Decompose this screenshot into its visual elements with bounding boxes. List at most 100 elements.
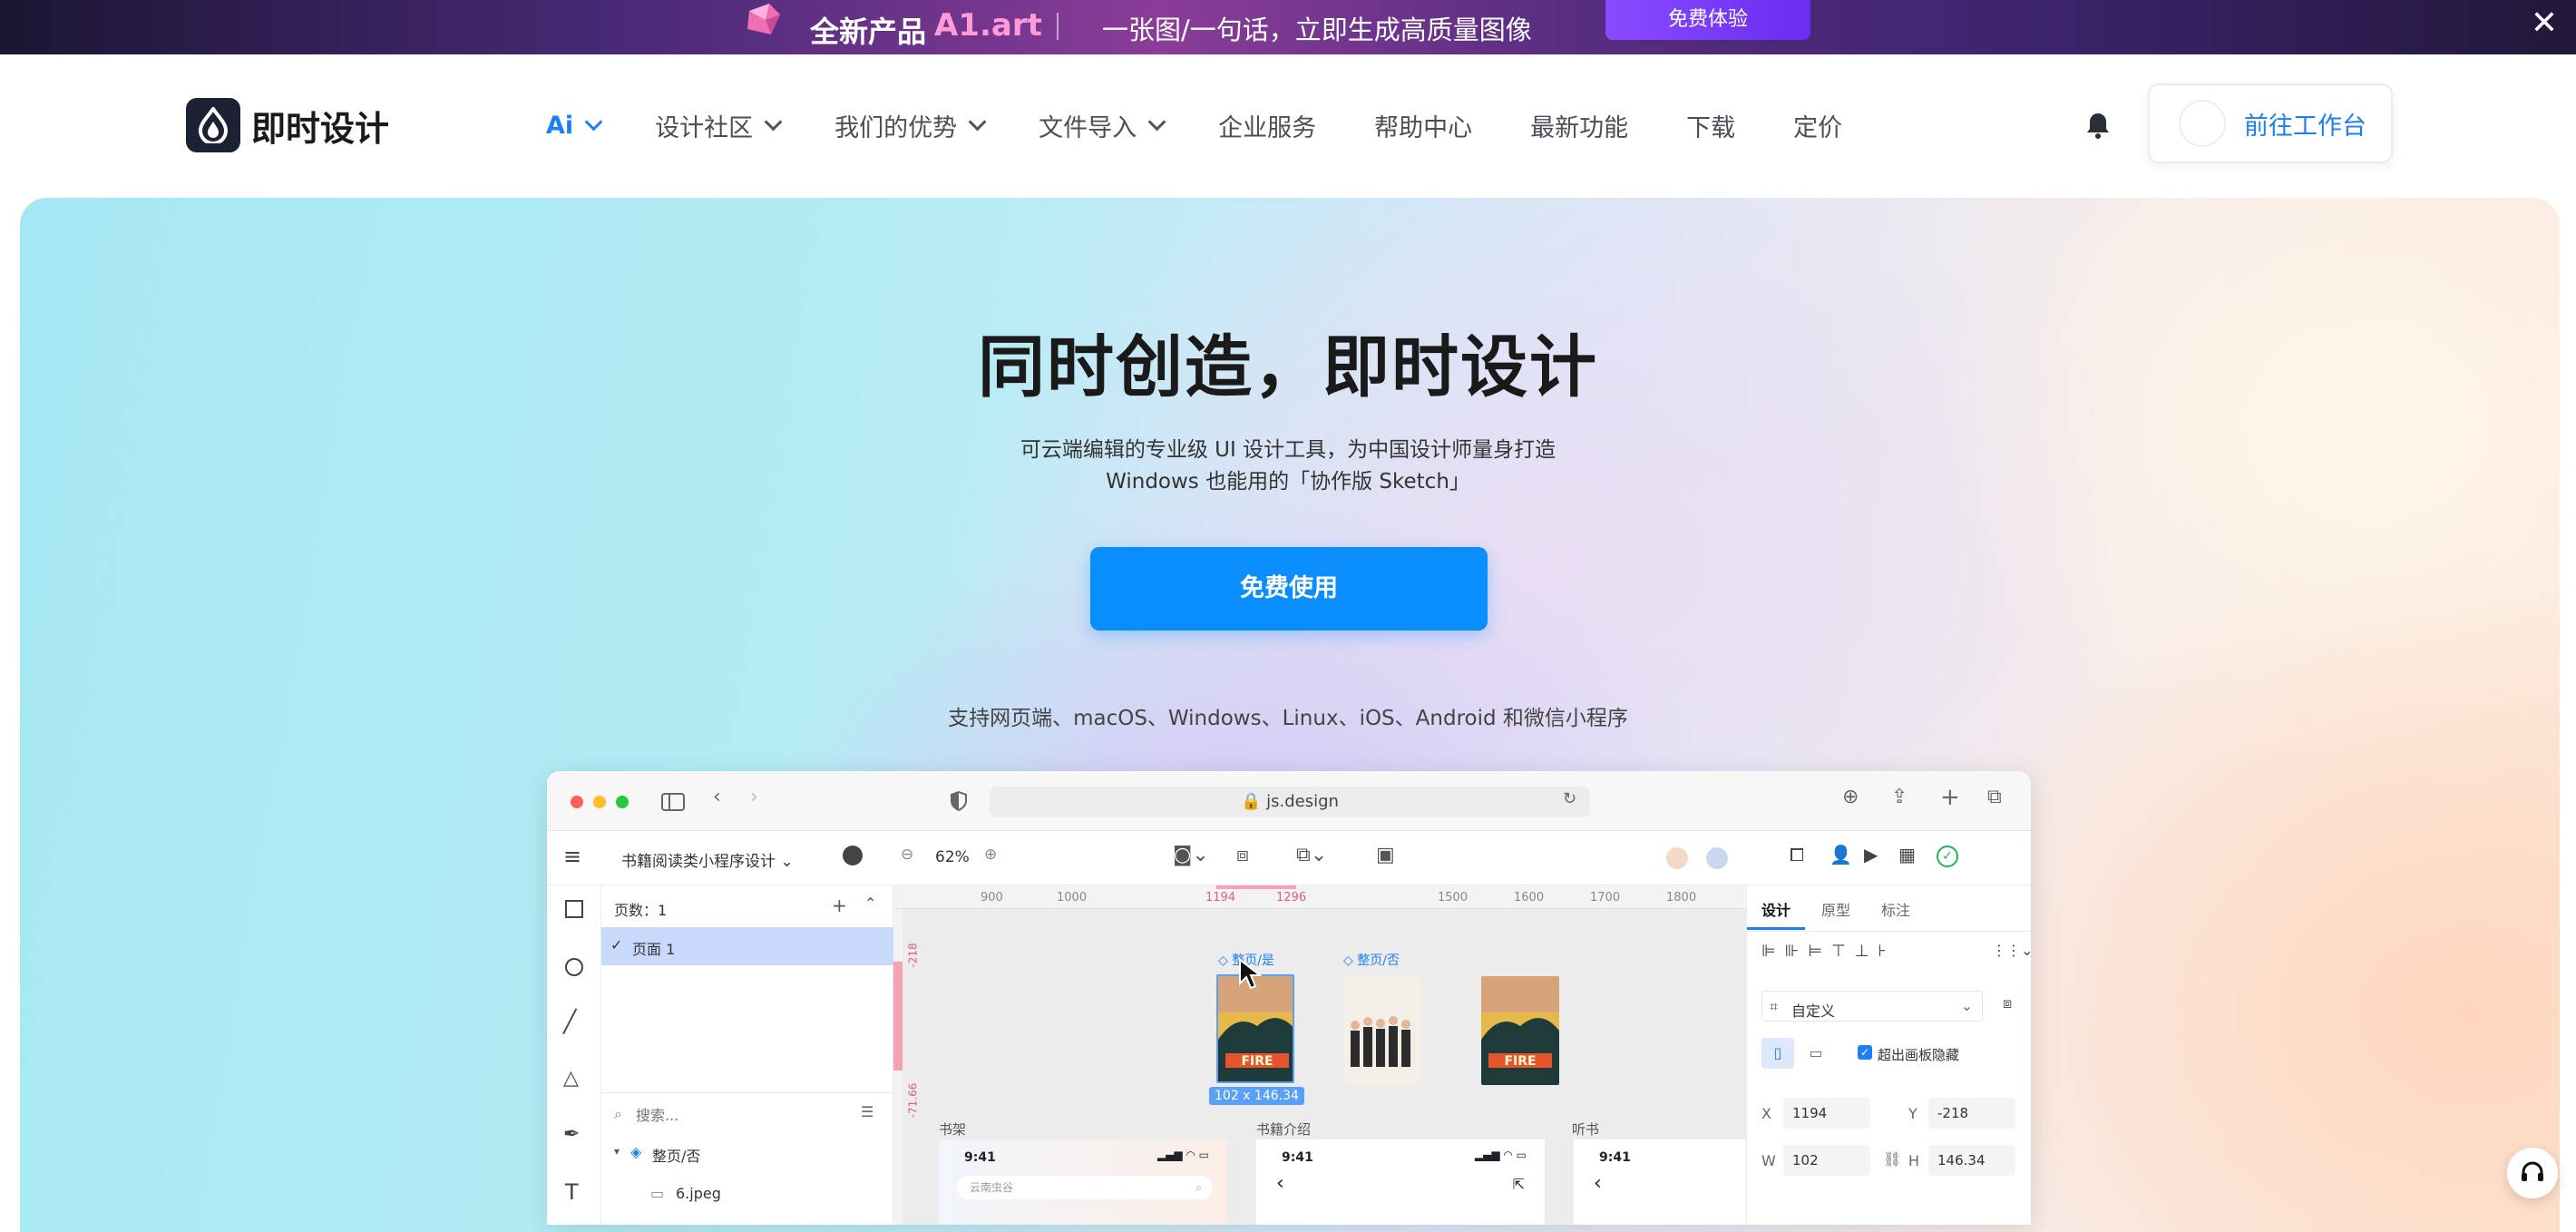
close-dot[interactable]	[571, 796, 583, 808]
file-name[interactable]: 书籍阅读类小程序设计 ⌄	[621, 848, 794, 871]
page-item[interactable]: ✓ 页面 1	[601, 927, 893, 965]
phone-search[interactable]: 云南虫谷 ⌕	[957, 1176, 1213, 1199]
nav-item-enterprise[interactable]: 企业服务	[1218, 108, 1316, 143]
nav-item-import[interactable]: 文件导入	[1039, 108, 1166, 143]
clip-checkbox[interactable]: ✓	[1858, 1045, 1872, 1060]
tab-design[interactable]: 设计	[1761, 898, 1791, 920]
ellipse-tool-icon[interactable]	[565, 958, 583, 976]
zoom-out-icon[interactable]: ⊖	[901, 846, 913, 864]
promo-try-button[interactable]: 免费体验	[1605, 0, 1810, 40]
layer-search-input[interactable]	[636, 1101, 835, 1129]
tabs-icon[interactable]: ⧉	[1987, 786, 2002, 808]
ruler-tick: 1600	[1514, 891, 1545, 904]
h-field[interactable]: 146.34	[1928, 1145, 2015, 1176]
caret-icon[interactable]: ▾	[614, 1145, 620, 1158]
menu-icon[interactable]: ≡	[563, 844, 581, 869]
zoom-level[interactable]: 62%	[935, 848, 970, 866]
add-page-icon[interactable]: +	[832, 895, 847, 916]
triangle-tool-icon[interactable]: △	[563, 1067, 579, 1090]
maximize-dot[interactable]	[616, 796, 629, 808]
download-icon[interactable]: ⊕	[1842, 786, 1859, 808]
frame-type-select[interactable]: ⌗ 自定义 ⌄	[1761, 991, 1983, 1022]
status-icons: ▂▄▆ ◠ ▭	[1474, 1149, 1527, 1161]
frame-icon[interactable]: ▣	[1376, 844, 1395, 866]
line-tool-icon[interactable]: ╱	[563, 1009, 576, 1034]
component-icon[interactable]: ⧉⌄	[1296, 844, 1327, 866]
layer-name[interactable]: 整页/否	[652, 1144, 700, 1166]
link-icon[interactable]: ⛓	[1883, 1150, 1901, 1168]
rectangle-tool-icon[interactable]	[565, 900, 583, 918]
landscape-toggle[interactable]: ▭	[1800, 1038, 1832, 1069]
sidebar-icon[interactable]	[661, 793, 685, 811]
tab-prototype[interactable]: 原型	[1821, 898, 1850, 920]
x-field[interactable]: 1194	[1783, 1098, 1870, 1129]
x-label: X	[1761, 1105, 1771, 1122]
bell-icon[interactable]	[2084, 111, 2112, 140]
filter-icon[interactable]: ☰	[861, 1103, 873, 1120]
canvas[interactable]: 900 1000 1194 1296 1500 1600 1700 1800 -…	[893, 885, 1746, 1225]
workspace-button[interactable]: 前往工作台	[2148, 83, 2393, 163]
promo-product: 全新产品	[810, 15, 927, 49]
image-icon: ▭	[650, 1185, 665, 1202]
chevron-down-icon	[764, 112, 783, 132]
gem-icon	[747, 4, 780, 34]
support-button[interactable]	[2507, 1148, 2558, 1198]
crop-icon[interactable]: ⧈	[1236, 844, 1249, 866]
pen-tool-icon[interactable]: ✒	[563, 1123, 580, 1146]
users-icon[interactable]: 👤	[1830, 844, 1852, 865]
fire-poster-selected[interactable]: FIRE	[1216, 974, 1294, 1083]
logo[interactable]: 即时设计	[186, 98, 389, 152]
nav-item-pricing[interactable]: 定价	[1793, 108, 1842, 143]
reload-icon[interactable]: ↻	[1563, 789, 1576, 808]
ruler-tick: 900	[981, 891, 1003, 904]
assets-icon[interactable]: ⧠	[1790, 844, 1804, 865]
promo-banner[interactable]: 全新产品 A1.art 一张图/一句话，立即生成高质量图像 免费体验 ✕	[0, 0, 2576, 54]
grid-icon[interactable]: ⋮⋮⌄	[1992, 942, 2031, 959]
w-field[interactable]: 102	[1783, 1145, 1870, 1176]
ruler-tick: 1296	[1276, 891, 1307, 904]
nav-item-new-features[interactable]: 最新功能	[1530, 108, 1628, 143]
nav-item-community[interactable]: 设计社区	[655, 108, 783, 143]
phone-screen[interactable]: 9:41 ▂▄▆ ◠ ▭ ‹ ⇱	[1256, 1139, 1545, 1225]
share-icon[interactable]: ⇪	[1891, 786, 1908, 808]
text-tool-icon[interactable]: T	[565, 1179, 579, 1205]
nav-item-help[interactable]: 帮助中心	[1374, 108, 1472, 143]
cursor-icon	[1239, 958, 1262, 990]
back-icon[interactable]: ‹	[713, 786, 721, 808]
phone-screen[interactable]: 9:41 ▂▄▆ ◠ ▭ 云南虫谷 ⌕	[939, 1139, 1227, 1225]
play-icon[interactable]: ▶	[1864, 844, 1878, 865]
nav-item-download[interactable]: 下载	[1686, 108, 1735, 143]
fire-poster[interactable]: FIRE	[1481, 976, 1559, 1085]
avatar	[2179, 100, 2226, 147]
minimize-dot[interactable]	[593, 796, 606, 808]
share-icon[interactable]: ⇱	[1513, 1176, 1525, 1193]
divider	[601, 1092, 893, 1093]
w-label: W	[1761, 1152, 1776, 1169]
align-tools-icons[interactable]: ⊫⊪⊨⊤⊥⊦	[1761, 942, 1896, 961]
theme-icon[interactable]	[843, 846, 863, 865]
layer-name[interactable]: 6.jpeg	[676, 1185, 721, 1202]
y-field[interactable]: -218	[1928, 1098, 2015, 1129]
back-icon[interactable]: ‹	[1276, 1172, 1284, 1195]
new-tab-icon[interactable]: +	[1940, 784, 1960, 811]
promo-divider	[1057, 13, 1059, 40]
tab-annotate[interactable]: 标注	[1881, 898, 1910, 920]
nav-item-advantages[interactable]: 我们的优势	[834, 108, 987, 143]
phone-screen[interactable]: 9:41 ‹	[1574, 1139, 1746, 1225]
avatar[interactable]	[1704, 846, 1730, 871]
layout-icon[interactable]: ▦	[1898, 844, 1916, 865]
forward-icon[interactable]: ›	[750, 786, 758, 808]
fit-icon[interactable]: ⧈	[2003, 994, 2012, 1012]
portrait-toggle[interactable]: ▯	[1761, 1038, 1794, 1069]
avatar[interactable]	[1664, 846, 1690, 871]
close-icon[interactable]: ✕	[2531, 5, 2558, 42]
zoom-in-icon[interactable]: ⊕	[984, 846, 997, 864]
nav-item-ai[interactable]: Ai	[546, 112, 603, 140]
collapse-icon[interactable]: ⌃	[864, 895, 876, 912]
address-bar[interactable]: 🔒 js.design	[990, 787, 1590, 817]
back-icon[interactable]: ‹	[1594, 1172, 1602, 1195]
people-poster[interactable]	[1343, 976, 1421, 1085]
chevron-down-icon	[1147, 112, 1166, 132]
free-use-button[interactable]: 免费使用	[1090, 547, 1488, 631]
mask-icon[interactable]: ◙⌄	[1173, 844, 1209, 866]
